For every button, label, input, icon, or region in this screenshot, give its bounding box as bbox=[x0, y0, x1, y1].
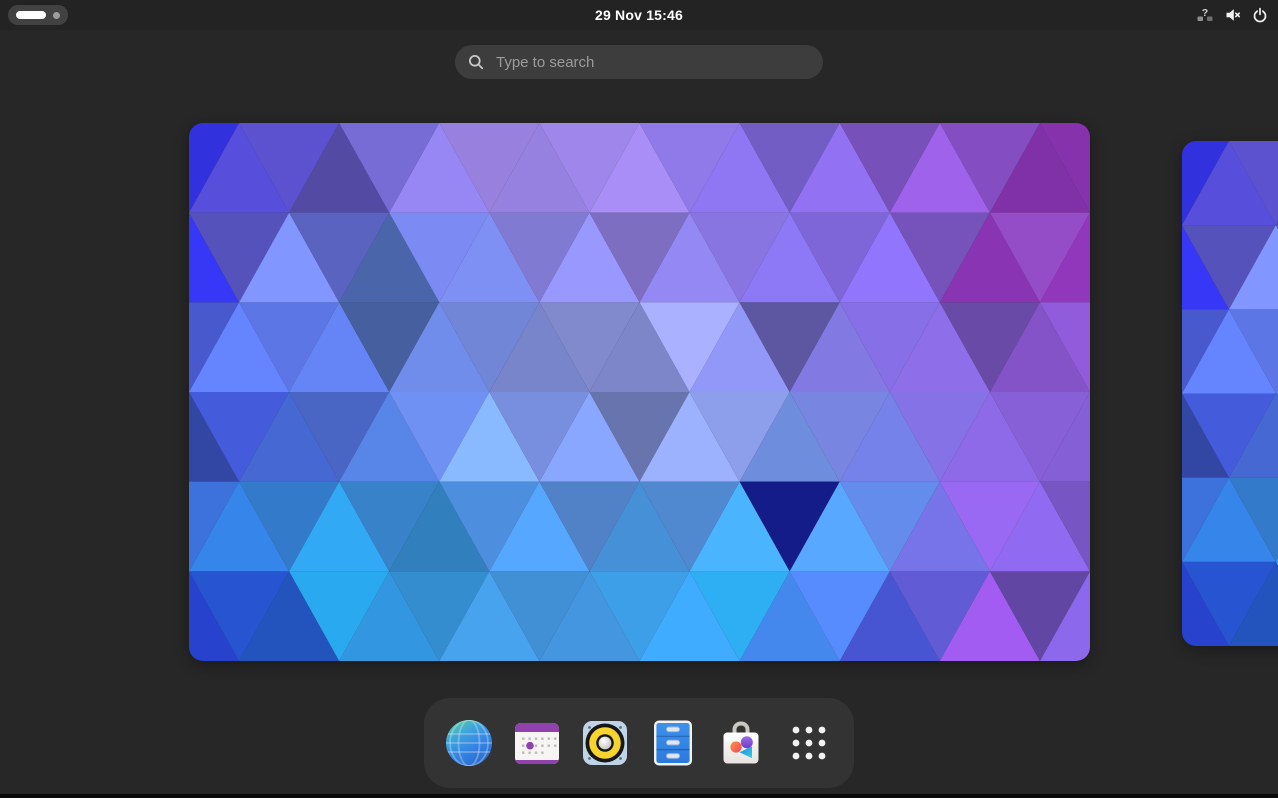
file-cabinet-icon bbox=[648, 718, 698, 768]
status-area[interactable]: ? bbox=[1196, 0, 1268, 30]
workspace-active-pill[interactable] bbox=[16, 11, 46, 19]
triangle-wallpaper bbox=[1182, 141, 1278, 646]
clock[interactable]: 29 Nov 15:46 bbox=[595, 0, 683, 30]
dash-app-grid[interactable] bbox=[784, 718, 834, 768]
search-entry[interactable] bbox=[455, 45, 823, 79]
calendar-icon bbox=[512, 718, 562, 768]
software-bag-icon bbox=[716, 718, 766, 768]
network-unknown-icon[interactable]: ? bbox=[1196, 7, 1214, 23]
dash-app-music[interactable] bbox=[580, 718, 630, 768]
svg-text:?: ? bbox=[1202, 7, 1208, 19]
dash bbox=[424, 698, 854, 788]
power-icon[interactable] bbox=[1252, 7, 1268, 23]
workspace-2-preview[interactable] bbox=[1182, 141, 1278, 646]
dash-app-web[interactable] bbox=[444, 718, 494, 768]
globe-browser-icon bbox=[444, 718, 494, 768]
workspace-indicator[interactable] bbox=[8, 5, 68, 25]
workspace-inactive-dot[interactable] bbox=[53, 12, 60, 19]
speaker-music-icon bbox=[580, 718, 630, 768]
dash-app-files[interactable] bbox=[648, 718, 698, 768]
app-grid-icon bbox=[784, 718, 834, 768]
search-icon bbox=[468, 54, 484, 70]
search-input[interactable] bbox=[494, 53, 810, 72]
volume-muted-icon[interactable] bbox=[1225, 7, 1241, 23]
gnome-activities-overview: 29 Nov 15:46 ? bbox=[0, 0, 1278, 798]
top-bar: 29 Nov 15:46 ? bbox=[0, 0, 1278, 30]
triangle-wallpaper bbox=[189, 123, 1090, 661]
dash-app-calendar[interactable] bbox=[512, 718, 562, 768]
dash-app-software[interactable] bbox=[716, 718, 766, 768]
workspace-1-preview[interactable] bbox=[189, 123, 1090, 661]
